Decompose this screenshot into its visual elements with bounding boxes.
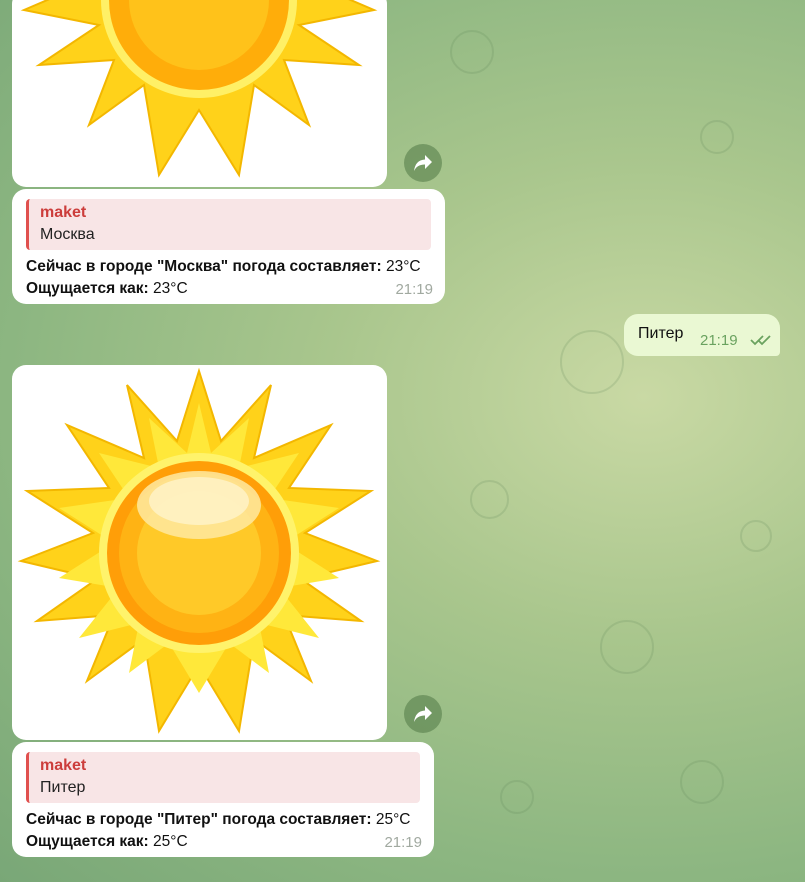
feels-like-value: 25°C bbox=[153, 833, 188, 850]
weather-line: Сейчас в городе "Москва" погода составля… bbox=[26, 256, 431, 278]
sun-photo[interactable] bbox=[12, 0, 387, 187]
forward-button[interactable] bbox=[404, 695, 442, 733]
feels-like-label: Ощущается как: bbox=[26, 280, 149, 297]
sun-photo[interactable] bbox=[12, 365, 387, 740]
reply-text: Москва bbox=[40, 226, 95, 243]
weather-line: Сейчас в городе "Питер" погода составляе… bbox=[26, 809, 420, 831]
double-check-icon bbox=[750, 335, 771, 346]
reply-author: maket bbox=[40, 204, 87, 221]
outgoing-message: Питер 21:19 bbox=[624, 314, 780, 356]
weather-value: 25°C bbox=[375, 811, 411, 828]
reply-quote[interactable]: maket Москва bbox=[26, 199, 431, 250]
outgoing-time: 21:19 bbox=[700, 332, 738, 349]
feels-like-value: 23°C bbox=[153, 280, 188, 297]
feels-like-line: Ощущается как: 25°C bbox=[26, 831, 420, 853]
forward-arrow-icon bbox=[414, 155, 432, 171]
message-time: 21:19 bbox=[384, 834, 422, 851]
outgoing-text: Питер bbox=[638, 325, 684, 342]
forward-button[interactable] bbox=[404, 144, 442, 182]
weather-label: Сейчас в городе "Москва" погода составля… bbox=[26, 258, 382, 275]
reply-author: maket bbox=[40, 757, 87, 774]
reply-text: Питер bbox=[40, 779, 86, 796]
feels-like-line: Ощущается как: 23°C bbox=[26, 278, 431, 300]
feels-like-label: Ощущается как: bbox=[26, 833, 149, 850]
forward-arrow-icon bbox=[414, 706, 432, 722]
reply-quote[interactable]: maket Питер bbox=[26, 752, 420, 803]
weather-message: maket Москва Сейчас в городе "Москва" по… bbox=[12, 189, 445, 304]
weather-label: Сейчас в городе "Питер" погода составляе… bbox=[26, 811, 372, 828]
weather-message: maket Питер Сейчас в городе "Питер" пого… bbox=[12, 742, 434, 857]
weather-value: 23°C bbox=[385, 258, 421, 275]
message-time: 21:19 bbox=[395, 281, 433, 298]
